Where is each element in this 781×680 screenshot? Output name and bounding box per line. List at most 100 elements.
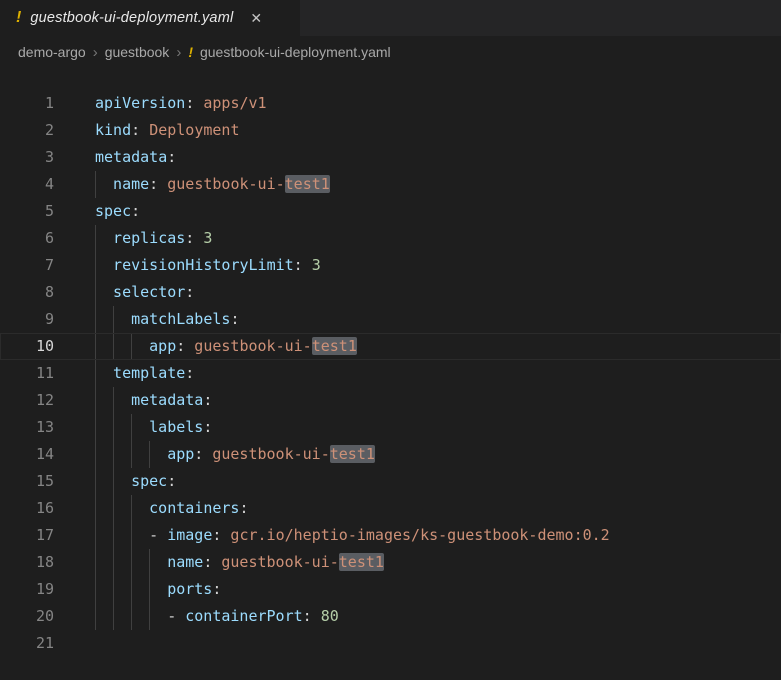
code-line[interactable]: 14app: guestbook-ui-test1 [0, 441, 781, 468]
code-lines: 1apiVersion: apps/v12kind: Deployment3me… [0, 90, 781, 657]
code-token [194, 229, 203, 247]
code-token: : [185, 94, 194, 112]
line-number: 12 [0, 387, 68, 414]
code-line[interactable]: 7revisionHistoryLimit: 3 [0, 252, 781, 279]
indent-guide [131, 522, 149, 549]
line-number: 1 [0, 90, 68, 117]
indent-guide [113, 468, 131, 495]
indent-guide [113, 414, 131, 441]
indent-guide [95, 522, 113, 549]
indent-guide [131, 549, 149, 576]
code-line[interactable]: 10app: guestbook-ui-test1 [0, 333, 781, 360]
code-line[interactable]: 3metadata: [0, 144, 781, 171]
line-number: 6 [0, 225, 68, 252]
code-text: revisionHistoryLimit: 3 [68, 252, 321, 279]
breadcrumb-item-demo-argo[interactable]: demo-argo [18, 44, 86, 60]
code-text: replicas: 3 [68, 225, 212, 252]
code-token: : [294, 256, 303, 274]
line-number: 3 [0, 144, 68, 171]
code-line[interactable]: 11template: [0, 360, 781, 387]
code-token: spec [131, 472, 167, 490]
code-line[interactable]: 1apiVersion: apps/v1 [0, 90, 781, 117]
highlighted-token: test1 [312, 337, 357, 355]
code-text: spec: [68, 198, 140, 225]
breadcrumb-item-guestbook[interactable]: guestbook [105, 44, 170, 60]
code-text: selector: [68, 279, 194, 306]
indent-guide [113, 549, 131, 576]
warning-icon: ! [188, 44, 193, 60]
indent-guide [149, 603, 167, 630]
indent-guide [131, 441, 149, 468]
close-icon[interactable]: ✕ [250, 10, 262, 27]
code-token: : [194, 445, 203, 463]
code-token [185, 337, 194, 355]
code-text: name: guestbook-ui-test1 [68, 171, 330, 198]
breadcrumb: demo-argo › guestbook › ! guestbook-ui-d… [0, 36, 781, 68]
code-token: : [185, 283, 194, 301]
code-token: : [203, 553, 212, 571]
code-line[interactable]: 12metadata: [0, 387, 781, 414]
code-token: 80 [321, 607, 339, 625]
line-number: 19 [0, 576, 68, 603]
code-token: : [303, 607, 312, 625]
code-text: - containerPort: 80 [68, 603, 339, 630]
code-line[interactable]: 5spec: [0, 198, 781, 225]
code-token: : [176, 337, 185, 355]
code-line[interactable]: 19ports: [0, 576, 781, 603]
code-line[interactable]: 20- containerPort: 80 [0, 603, 781, 630]
code-line[interactable]: 16containers: [0, 495, 781, 522]
indent-guide [95, 414, 113, 441]
code-line[interactable]: 6replicas: 3 [0, 225, 781, 252]
tab-guestbook-ui-deployment[interactable]: ! guestbook-ui-deployment.yaml ✕ [0, 0, 300, 36]
code-token: selector [113, 283, 185, 301]
indent-guide [95, 549, 113, 576]
code-line[interactable]: 8selector: [0, 279, 781, 306]
line-number: 16 [0, 495, 68, 522]
code-text: - image: gcr.io/heptio-images/ks-guestbo… [68, 522, 610, 549]
code-token [140, 121, 149, 139]
indent-guide [131, 495, 149, 522]
chevron-right-icon: › [93, 44, 98, 61]
code-token [203, 445, 212, 463]
highlighted-token: test1 [330, 445, 375, 463]
code-line[interactable]: 9matchLabels: [0, 306, 781, 333]
code-token: name [113, 175, 149, 193]
code-token: labels [149, 418, 203, 436]
code-text: matchLabels: [68, 306, 239, 333]
code-token: ports [167, 580, 212, 598]
breadcrumb-item-file[interactable]: guestbook-ui-deployment.yaml [200, 44, 391, 60]
code-line[interactable]: 21 [0, 630, 781, 657]
line-number: 21 [0, 630, 68, 657]
code-line[interactable]: 13labels: [0, 414, 781, 441]
code-token: : [185, 364, 194, 382]
indent-guide [113, 387, 131, 414]
code-line[interactable]: 18name: guestbook-ui-test1 [0, 549, 781, 576]
code-token: image [167, 526, 212, 544]
code-line[interactable]: 17- image: gcr.io/heptio-images/ks-guest… [0, 522, 781, 549]
code-token: : [149, 175, 158, 193]
highlighted-token: test1 [285, 175, 330, 193]
code-line[interactable]: 15spec: [0, 468, 781, 495]
line-number: 18 [0, 549, 68, 576]
code-token: guestbook-ui- [194, 337, 311, 355]
line-number: 17 [0, 522, 68, 549]
code-token: guestbook-ui- [221, 553, 338, 571]
line-number: 14 [0, 441, 68, 468]
editor[interactable]: 1apiVersion: apps/v12kind: Deployment3me… [0, 68, 781, 657]
code-token: spec [95, 202, 131, 220]
code-text: template: [68, 360, 194, 387]
code-line[interactable]: 4name: guestbook-ui-test1 [0, 171, 781, 198]
indent-guide [113, 333, 131, 360]
indent-guide [131, 576, 149, 603]
code-token: apps/v1 [203, 94, 266, 112]
code-line[interactable]: 2kind: Deployment [0, 117, 781, 144]
indent-guide [95, 576, 113, 603]
code-token: : [167, 472, 176, 490]
code-text: spec: [68, 468, 176, 495]
line-number: 7 [0, 252, 68, 279]
code-token: template [113, 364, 185, 382]
code-token: app [167, 445, 194, 463]
indent-guide [113, 603, 131, 630]
indent-guide [95, 225, 113, 252]
code-token: : [203, 418, 212, 436]
